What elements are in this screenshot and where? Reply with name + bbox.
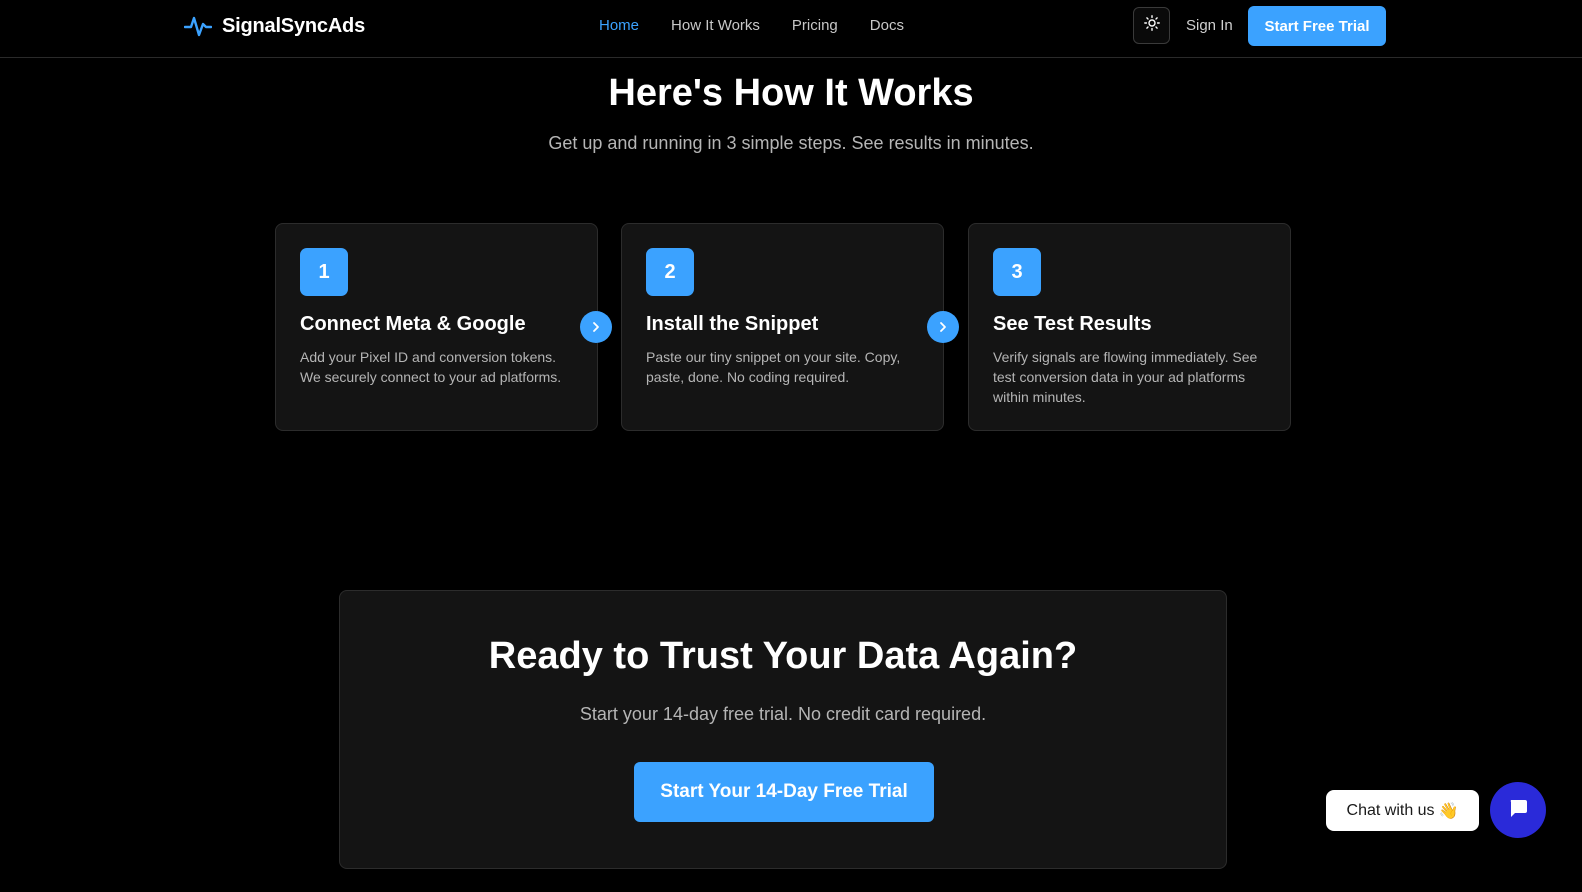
nav-link-pricing[interactable]: Pricing (792, 17, 838, 34)
start-free-trial-button[interactable]: Start Free Trial (1248, 6, 1386, 46)
theme-toggle-button[interactable] (1133, 7, 1170, 44)
nav-link-docs[interactable]: Docs (870, 17, 904, 34)
step-number-badge: 3 (993, 248, 1041, 296)
nav-link-home[interactable]: Home (599, 17, 639, 34)
nav-link-how-it-works[interactable]: How It Works (671, 17, 760, 34)
chevron-right-icon (927, 311, 959, 343)
step-title: See Test Results (993, 313, 1152, 335)
brand-name: SignalSyncAds (222, 14, 365, 37)
main-nav: Home How It Works Pricing Docs (599, 17, 904, 34)
step-card-2: 2 Install the Snippet Paste our tiny sni… (621, 223, 944, 431)
step-card-3: 3 See Test Results Verify signals are fl… (968, 223, 1291, 431)
step-description: Add your Pixel ID and conversion tokens.… (300, 349, 562, 385)
start-trial-cta-button[interactable]: Start Your 14-Day Free Trial (634, 762, 934, 822)
step-title: Install the Snippet (646, 313, 819, 335)
chevron-right-icon (580, 311, 612, 343)
step-title: Connect Meta & Google (300, 313, 526, 335)
sign-in-link[interactable]: Sign In (1186, 17, 1233, 34)
waving-hand-icon: 👋 (1438, 802, 1459, 820)
brand-logo[interactable]: SignalSyncAds (184, 12, 365, 40)
step-description: Paste our tiny snippet on your site. Cop… (646, 349, 901, 385)
chat-prompt-text: Chat with us (1346, 801, 1435, 819)
step-number-badge: 1 (300, 248, 348, 296)
step-description: Verify signals are flowing immediately. … (993, 349, 1258, 405)
pulse-icon (184, 12, 212, 40)
step-number-badge: 2 (646, 248, 694, 296)
chat-prompt-bubble[interactable]: Chat with us 👋 (1326, 790, 1479, 831)
cta-subtitle: Start your 14-day free trial. No credit … (579, 704, 987, 724)
navbar: SignalSyncAds Home How It Works Pricing … (0, 0, 1582, 58)
step-card-1: 1 Connect Meta & Google Add your Pixel I… (275, 223, 598, 431)
chat-launcher-button[interactable] (1490, 782, 1546, 838)
section-title: Here's How It Works (608, 72, 974, 114)
chat-icon (1506, 796, 1530, 825)
cta-title: Ready to Trust Your Data Again? (488, 635, 1078, 677)
section-subtitle: Get up and running in 3 simple steps. Se… (548, 133, 1034, 153)
sun-icon (1143, 15, 1160, 36)
cta-card: Ready to Trust Your Data Again? Start yo… (339, 590, 1227, 869)
